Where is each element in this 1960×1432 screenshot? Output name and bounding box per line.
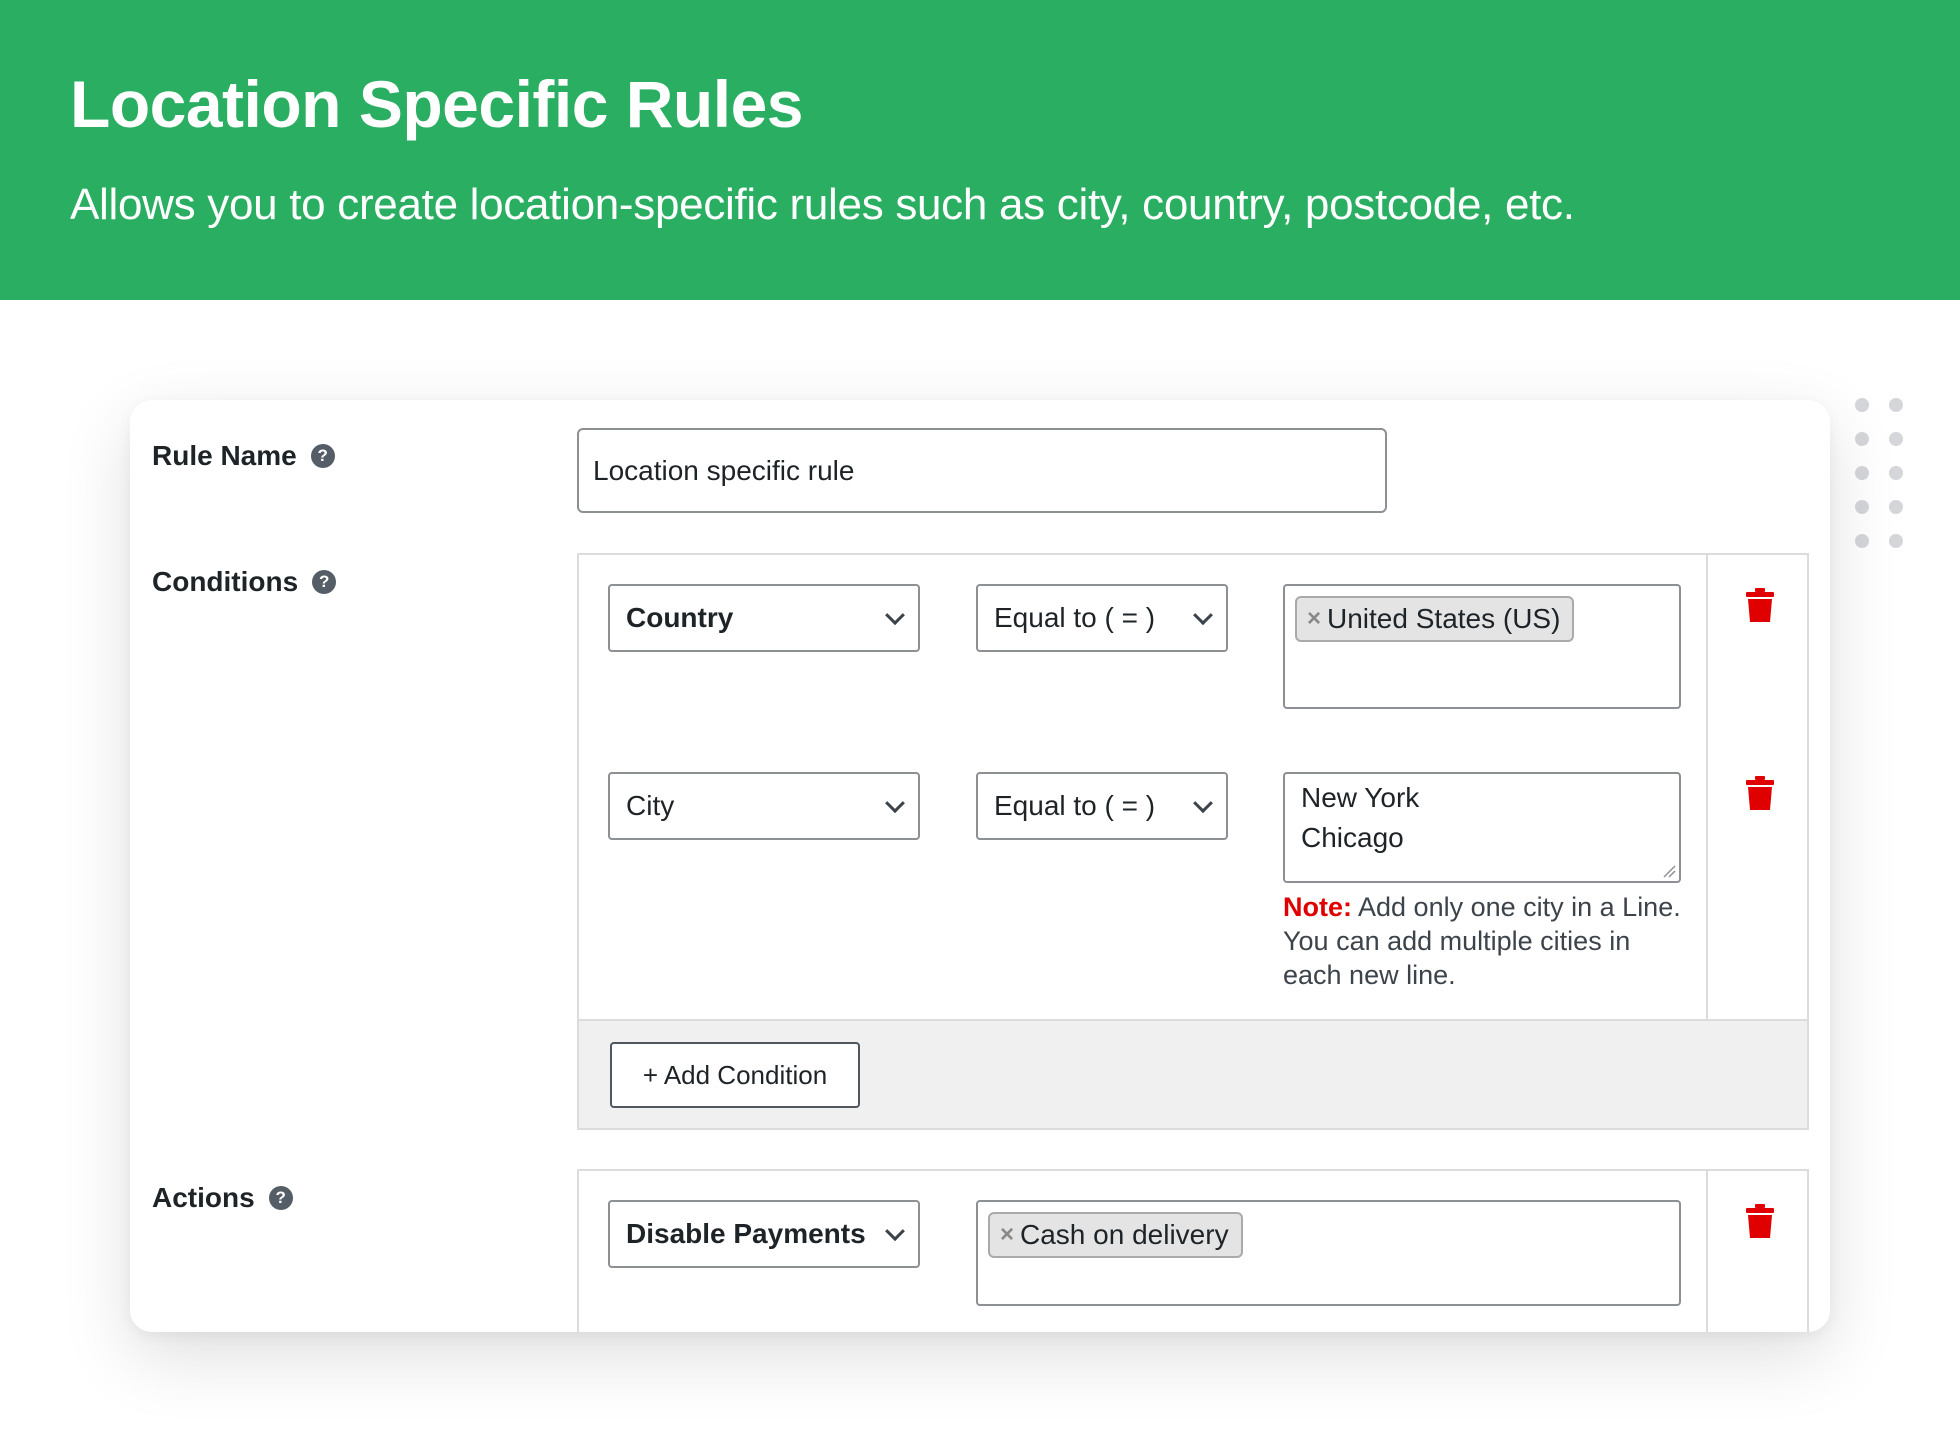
city-note: Note: Add only one city in a Line. You c… [1283,892,1681,990]
action-type-select[interactable]: Disable Payments [608,1200,920,1268]
remove-tag-icon[interactable]: × [1307,605,1321,633]
condition-field-select[interactable]: City [608,772,920,840]
rule-editor-card: Rule Name ? Location specific rule Condi… [130,400,1830,1332]
conditions-label: Conditions ? [152,566,337,598]
trash-icon[interactable] [1746,776,1774,810]
selected-tag[interactable]: × United States (US) [1295,596,1575,642]
resize-handle-icon[interactable] [1662,864,1676,878]
chevron-down-icon [1193,793,1213,814]
trash-icon[interactable] [1746,1204,1774,1238]
chevron-down-icon [885,793,905,814]
remove-tag-icon[interactable]: × [1000,1221,1014,1249]
trash-icon[interactable] [1746,588,1774,622]
city-textarea[interactable]: New York Chicago [1283,772,1681,883]
country-multiselect[interactable]: × United States (US) [1283,584,1681,709]
conditions-help-icon[interactable]: ? [312,570,337,594]
chevron-down-icon [885,1221,905,1242]
add-condition-button[interactable]: + Add Condition [610,1042,860,1108]
page-subtitle: Allows you to create location-specific r… [70,180,1575,229]
chevron-down-icon [1193,605,1213,626]
payment-method-multiselect[interactable]: × Cash on delivery [976,1200,1681,1306]
page-title: Location Specific Rules [70,67,804,141]
actions-label: Actions ? [152,1182,293,1214]
chevron-down-icon [885,605,905,626]
condition-operator-select[interactable]: Equal to ( = ) [976,584,1228,652]
condition-operator-select[interactable]: Equal to ( = ) [976,772,1228,840]
decorative-dots [1855,398,1905,558]
rule-name-input[interactable]: Location specific rule [577,428,1387,513]
header-banner: Location Specific Rules Allows you to cr… [0,0,1960,300]
actions-help-icon[interactable]: ? [268,1186,293,1210]
rule-name-help-icon[interactable]: ? [310,444,335,468]
rule-name-label: Rule Name ? [152,440,335,472]
selected-tag[interactable]: × Cash on delivery [988,1212,1243,1258]
condition-field-select[interactable]: Country [608,584,920,652]
